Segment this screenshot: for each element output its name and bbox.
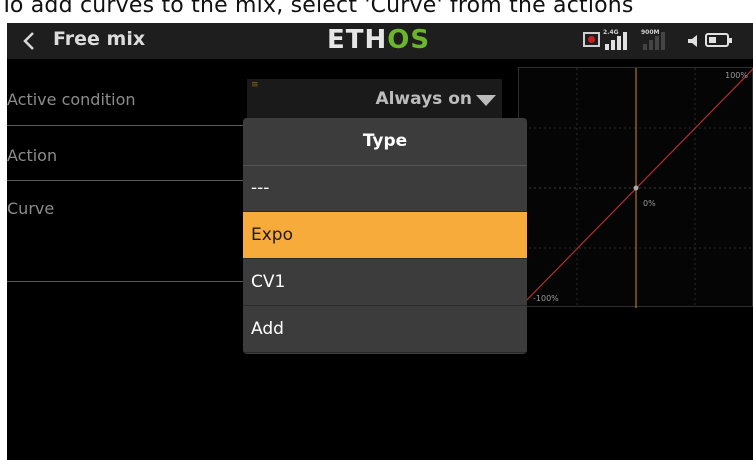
signal-bars-900m-icon: 900M bbox=[641, 29, 669, 50]
logo-text-os: OS bbox=[387, 25, 431, 55]
curve-center-point bbox=[633, 185, 639, 191]
instruction-caption: To add curves to the mix, select 'Curve'… bbox=[0, 0, 634, 18]
graph-center-label: 0% bbox=[643, 199, 656, 208]
active-condition-label: Active condition bbox=[7, 90, 136, 109]
radio-screen: Free mix ETHOS 2.4G 900M Active conditio… bbox=[7, 23, 753, 460]
active-condition-select[interactable]: ≡ Always on bbox=[247, 79, 502, 121]
menu-lines-icon: ≡ bbox=[251, 80, 259, 90]
dropdown-option-none[interactable]: --- bbox=[243, 165, 527, 212]
curve-graph-svg bbox=[519, 68, 753, 308]
type-dropdown: Type --- Expo CV1 Add bbox=[243, 118, 527, 354]
signal-bars-icon: 2.4G bbox=[603, 29, 631, 50]
signal-24g-label: 2.4G bbox=[603, 29, 619, 36]
row-divider bbox=[7, 281, 247, 282]
dropdown-option-cv1[interactable]: CV1 bbox=[243, 259, 527, 306]
row-divider bbox=[7, 180, 247, 181]
curve-label: Curve bbox=[7, 199, 55, 218]
logo-text-eth: ETH bbox=[327, 25, 388, 55]
graph-max-label: 100% bbox=[725, 71, 748, 80]
ethos-logo: ETHOS bbox=[327, 25, 430, 55]
dropdown-option-add[interactable]: Add bbox=[243, 306, 527, 353]
action-label: Action bbox=[7, 146, 58, 165]
dropdown-caret-icon bbox=[476, 95, 496, 106]
dropdown-option-expo[interactable]: Expo bbox=[243, 212, 527, 259]
signal-900m-label: 900M bbox=[641, 29, 660, 36]
dropdown-title: Type bbox=[243, 118, 527, 166]
record-icon bbox=[583, 32, 600, 47]
page-title: Free mix bbox=[53, 28, 146, 50]
active-condition-value: Always on bbox=[375, 89, 472, 109]
speaker-icon bbox=[687, 33, 701, 47]
status-icons: 2.4G 900M bbox=[583, 29, 743, 52]
curve-graph: 100% 0% -100% bbox=[518, 67, 753, 308]
top-bar: Free mix ETHOS 2.4G 900M bbox=[7, 23, 753, 59]
graph-min-label: -100% bbox=[533, 294, 559, 303]
battery-icon bbox=[705, 33, 732, 47]
back-chevron-icon[interactable] bbox=[19, 26, 45, 56]
row-divider bbox=[7, 125, 247, 126]
